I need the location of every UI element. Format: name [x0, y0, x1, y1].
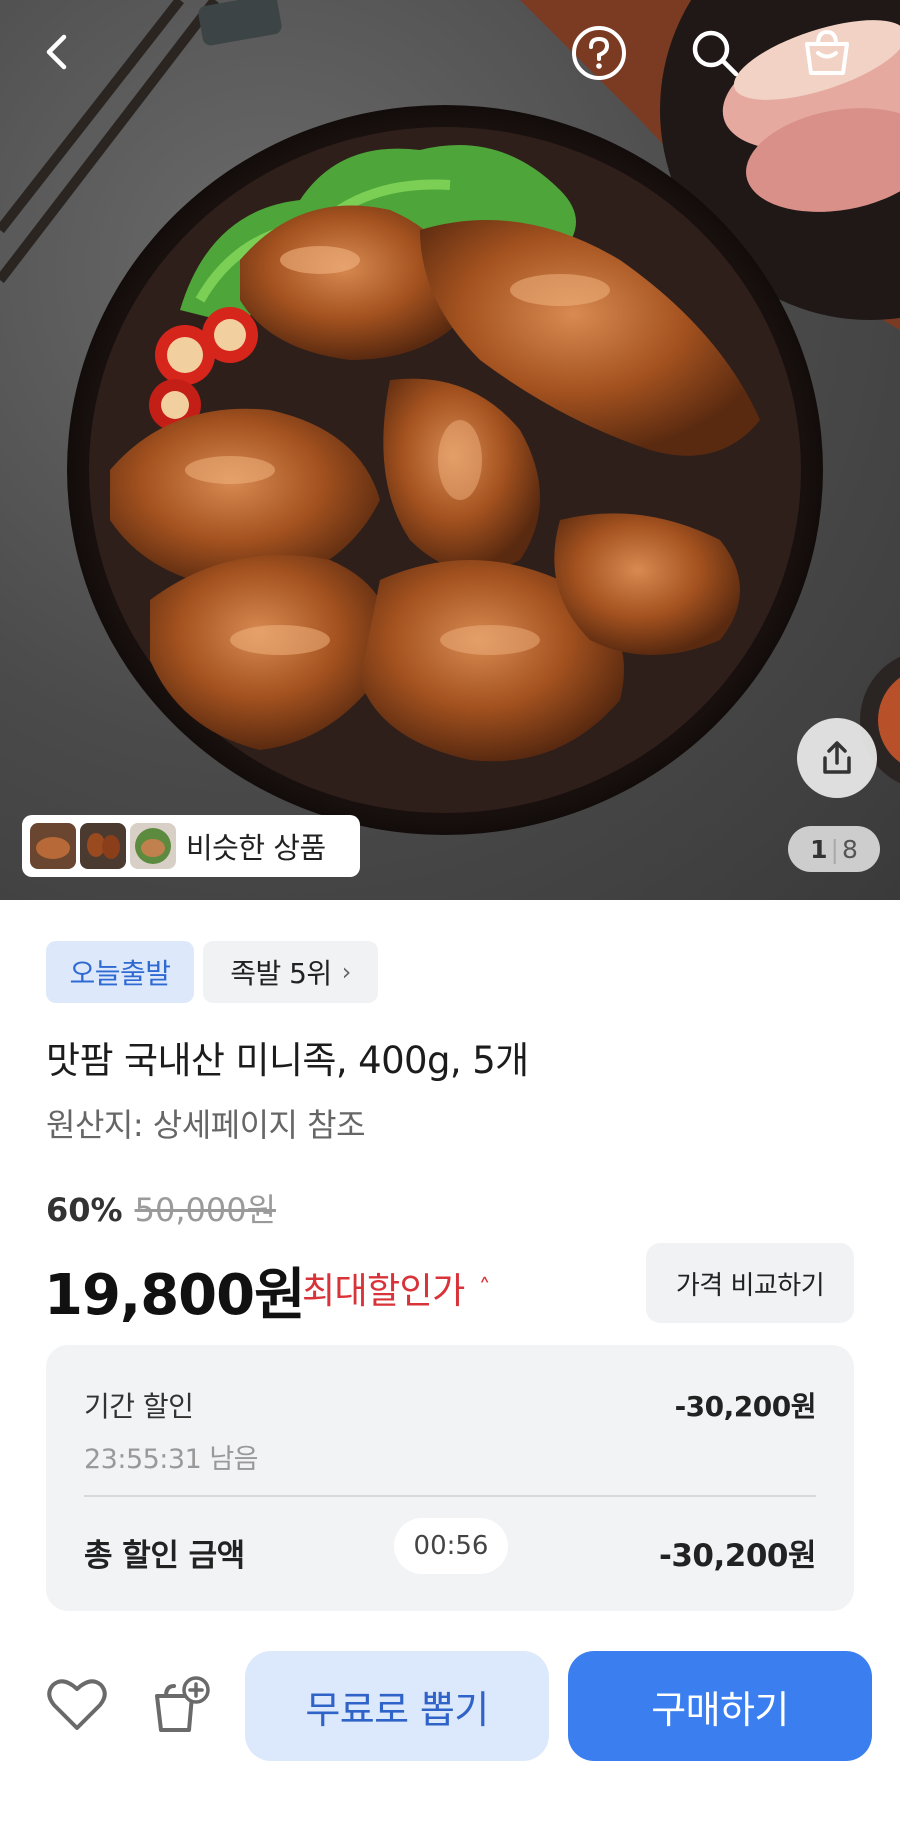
cart-add-icon: [155, 1676, 210, 1732]
discount-breakdown-box: 기간 할인 -30,200원 23:55:31 남음 총 할인 금액 00:56…: [46, 1345, 854, 1611]
original-price: 50,000원: [134, 1191, 277, 1229]
total-discount-amount: -30,200원: [658, 1538, 817, 1574]
max-discount-toggle[interactable]: 최대할인가 ˄: [302, 1262, 491, 1314]
similar-thumb-2: [80, 823, 126, 869]
shopping-bag-icon: [805, 29, 849, 75]
today-shipping-label: 오늘출발: [69, 957, 171, 990]
buy-label: 구매하기: [651, 1687, 789, 1732]
buy-button[interactable]: 구매하기: [568, 1651, 872, 1761]
add-to-cart-button[interactable]: [148, 1670, 218, 1740]
divider: [84, 1495, 816, 1497]
help-circle-icon: [572, 26, 626, 80]
period-discount-amount: -30,200원: [674, 1390, 817, 1423]
period-discount-label: 기간 할인: [84, 1390, 194, 1423]
product-origin: 원산지: 상세페이지 참조: [46, 1106, 366, 1144]
free-draw-button[interactable]: 무료로 뽑기: [245, 1651, 549, 1761]
wishlist-button[interactable]: [42, 1670, 112, 1740]
price-compare-label: 가격 비교하기: [675, 1270, 825, 1301]
similar-products-chip[interactable]: 비슷한 상품: [22, 815, 360, 877]
share-icon: [823, 741, 851, 774]
image-page-counter: 1 | 8: [788, 826, 880, 872]
product-photo: [0, 0, 900, 835]
discount-row: 60% 50,000원: [46, 1185, 276, 1231]
countdown-timer-pill: 00:56: [394, 1518, 508, 1574]
category-rank-badge[interactable]: 족발 5위 ›: [203, 941, 378, 1003]
discount-rate: 60%: [46, 1191, 123, 1229]
category-rank-label: 족발 5위: [230, 957, 332, 990]
total-image-count: 8: [841, 834, 858, 864]
product-title: 맛팜 국내산 미니족, 400g, 5개: [46, 1039, 529, 1082]
chevron-left-icon: [46, 34, 67, 70]
share-button[interactable]: [797, 718, 877, 798]
price-compare-button[interactable]: 가격 비교하기: [646, 1243, 854, 1323]
counter-separator: |: [830, 834, 839, 864]
final-price: 19,800원: [44, 1263, 306, 1328]
similar-thumb-1: [30, 823, 76, 869]
max-discount-label: 최대할인가: [302, 1271, 465, 1312]
help-button[interactable]: [568, 22, 630, 84]
countdown-timer: 00:56: [413, 1531, 489, 1561]
search-button[interactable]: [684, 22, 746, 84]
current-image-index: 1: [810, 834, 828, 864]
chevron-up-icon: ˄: [478, 1274, 491, 1302]
heart-icon: [47, 1679, 107, 1730]
search-icon: [692, 30, 739, 77]
product-image-gallery[interactable]: 비슷한 상품 1 | 8: [0, 0, 900, 900]
free-draw-label: 무료로 뽑기: [305, 1687, 489, 1732]
back-button[interactable]: [28, 22, 88, 82]
discount-time-remaining: 23:55:31 남음: [84, 1444, 259, 1475]
chevron-right-icon: ›: [341, 958, 352, 986]
similar-thumb-3: [130, 823, 176, 869]
total-discount-label: 총 할인 금액: [84, 1538, 245, 1574]
cart-button[interactable]: [796, 22, 858, 84]
similar-products-label: 비슷한 상품: [186, 831, 326, 865]
today-shipping-badge: 오늘출발: [46, 941, 194, 1003]
